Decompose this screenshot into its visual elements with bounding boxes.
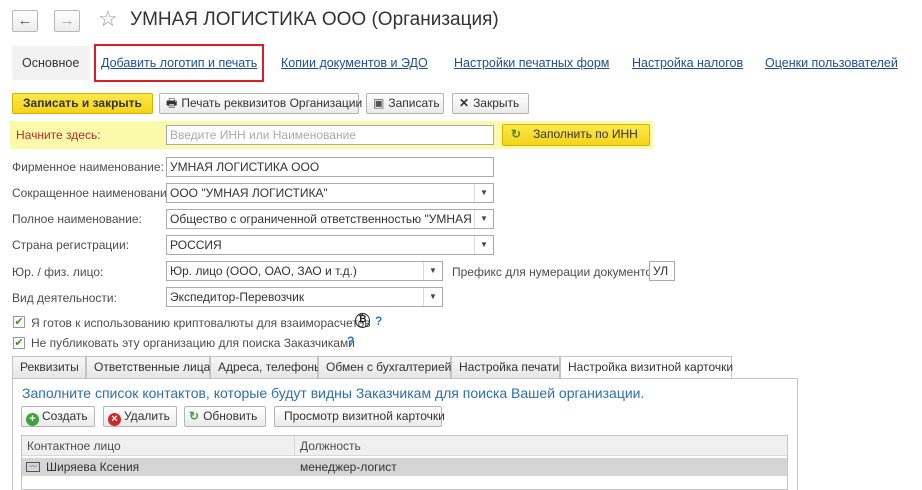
tab-business-card[interactable]: Настройка визитной карточки — [560, 356, 733, 379]
activity-value: Экспедитор-Перевозчик — [170, 290, 305, 304]
full-name-field[interactable]: Общество с ограниченной ответственностью… — [166, 209, 494, 229]
column-header-contact[interactable]: Контактное лицо — [22, 436, 295, 456]
refresh-icon: ↻ — [511, 127, 522, 141]
short-name-label: Сокращенное наименование: — [12, 186, 177, 200]
save-close-button[interactable]: Записать и закрыть — [12, 93, 153, 114]
chevron-down-icon[interactable]: ▼ — [474, 184, 493, 202]
firm-name-field[interactable]: УМНАЯ ЛОГИСТИКА ООО — [166, 157, 494, 177]
activity-field[interactable]: Экспедитор-Перевозчик ▼ — [166, 287, 443, 307]
print-details-button[interactable]: 🖶 Печать реквизитов Организации — [159, 93, 363, 114]
firm-name-label: Фирменное наименование: — [12, 160, 164, 174]
close-icon: ✕ — [459, 96, 470, 110]
tab-accounting-exchange[interactable]: Обмен с бухгалтерией — [318, 356, 451, 378]
prefix-field[interactable]: УЛ — [649, 261, 675, 281]
create-button[interactable]: + Создать — [21, 406, 95, 427]
inn-search-input[interactable]: Введите ИНН или Наименование — [166, 125, 494, 145]
save-label: Записать — [388, 96, 440, 110]
full-name-value: Общество с ограниченной ответственностью… — [170, 212, 493, 226]
entity-value: Юр. лицо (ООО, ОАО, ЗАО и т.д.) — [170, 264, 357, 278]
tab-main[interactable]: Основное — [12, 46, 90, 80]
chevron-down-icon[interactable]: ▼ — [423, 288, 442, 306]
tab-main-label: Основное — [22, 56, 80, 70]
chevron-down-icon[interactable]: ▼ — [474, 236, 493, 254]
tab-addresses-phones[interactable]: Адреса, телефоны — [210, 356, 323, 378]
country-field[interactable]: РОССИЯ ▼ — [166, 235, 494, 255]
table-row[interactable]: 〰 Ширяева Ксения менеджер-логист — [22, 458, 787, 476]
preview-card-button[interactable]: Просмотр визитной карточки — [274, 406, 445, 427]
no-publish-label: Не публиковать эту организацию для поиск… — [31, 336, 355, 350]
crypto-checkbox[interactable]: ✔ — [13, 316, 25, 328]
plus-icon: + — [26, 413, 39, 426]
refresh-label: Обновить — [203, 409, 258, 423]
refresh-button[interactable]: ↻ Обновить — [184, 406, 266, 427]
close-label: Закрыть — [473, 96, 520, 110]
entity-label: Юр. / физ. лицо: — [12, 265, 104, 279]
contact-card-icon: 〰 — [26, 462, 40, 472]
contact-position-cell: менеджер-логист — [300, 460, 397, 474]
tab-document-copies[interactable]: Копии документов и ЭДО — [281, 56, 428, 70]
contacts-table: Контактное лицо Должность 〰 Ширяева Ксен… — [21, 435, 788, 490]
activity-label: Вид деятельности: — [12, 291, 117, 305]
country-value: РОССИЯ — [170, 238, 222, 252]
page-title: УМНАЯ ЛОГИСТИКА ООО (Организация) — [130, 9, 499, 30]
floppy-icon: ▣ — [373, 96, 385, 110]
back-button[interactable]: ← — [12, 10, 38, 32]
tab-print-settings[interactable]: Настройки печатных форм — [454, 56, 609, 70]
chevron-down-icon[interactable]: ▼ — [423, 262, 442, 280]
column-header-position[interactable]: Должность — [295, 436, 787, 456]
arrow-right-icon: → — [59, 12, 75, 29]
business-card-hint: Заполните список контактов, которые буду… — [22, 385, 645, 401]
contact-name-cell: Ширяева Ксения — [46, 460, 140, 474]
fill-by-inn-label: Заполнить по ИНН — [533, 127, 638, 141]
help-icon[interactable]: ? — [347, 334, 354, 348]
delete-label: Удалить — [124, 409, 170, 423]
tab-tax-settings[interactable]: Настройка налогов — [632, 56, 743, 70]
no-publish-checkbox[interactable]: ✔ — [13, 337, 25, 349]
delete-icon: × — [108, 413, 121, 426]
country-label: Страна регистрации: — [12, 238, 130, 252]
help-icon[interactable]: ? — [375, 314, 382, 328]
refresh-icon: ↻ — [189, 409, 200, 423]
bitcoin-icon: ₿ — [355, 313, 370, 328]
short-name-value: ООО "УМНАЯ ЛОГИСТИКА" — [170, 186, 328, 200]
tab-responsible-persons[interactable]: Ответственные лица — [86, 356, 210, 378]
arrow-left-icon: ← — [17, 12, 33, 29]
tab-add-logo[interactable]: Добавить логотип и печать — [101, 56, 257, 70]
save-button[interactable]: ▣ Записать — [366, 93, 444, 114]
short-name-field[interactable]: ООО "УМНАЯ ЛОГИСТИКА" ▼ — [166, 183, 494, 203]
tab-print-setup[interactable]: Настройка печати — [451, 356, 560, 378]
inn-search-placeholder: Введите ИНН или Наименование — [170, 128, 356, 142]
start-label: Начните здесь: — [16, 128, 101, 142]
printer-icon: 🖶 — [166, 96, 178, 110]
tab-user-ratings[interactable]: Оценки пользователей — [765, 56, 898, 70]
tab-requisites[interactable]: Реквизиты — [12, 356, 86, 378]
close-button[interactable]: ✕ Закрыть — [452, 93, 529, 114]
delete-button[interactable]: × Удалить — [103, 406, 177, 427]
full-name-label: Полное наименование: — [12, 212, 142, 226]
fill-by-inn-button[interactable]: ↻ Заполнить по ИНН — [502, 124, 650, 146]
create-label: Создать — [42, 409, 88, 423]
entity-field[interactable]: Юр. лицо (ООО, ОАО, ЗАО и т.д.) ▼ — [166, 261, 443, 281]
prefix-label: Префикс для нумерации документов : — [452, 265, 666, 279]
forward-button[interactable]: → — [54, 10, 80, 32]
star-icon[interactable]: ☆ — [98, 6, 118, 32]
print-details-label: Печать реквизитов Организации — [181, 96, 363, 110]
crypto-label: Я готов к использованию криптовалюты для… — [31, 316, 371, 330]
chevron-down-icon[interactable]: ▼ — [474, 210, 493, 228]
